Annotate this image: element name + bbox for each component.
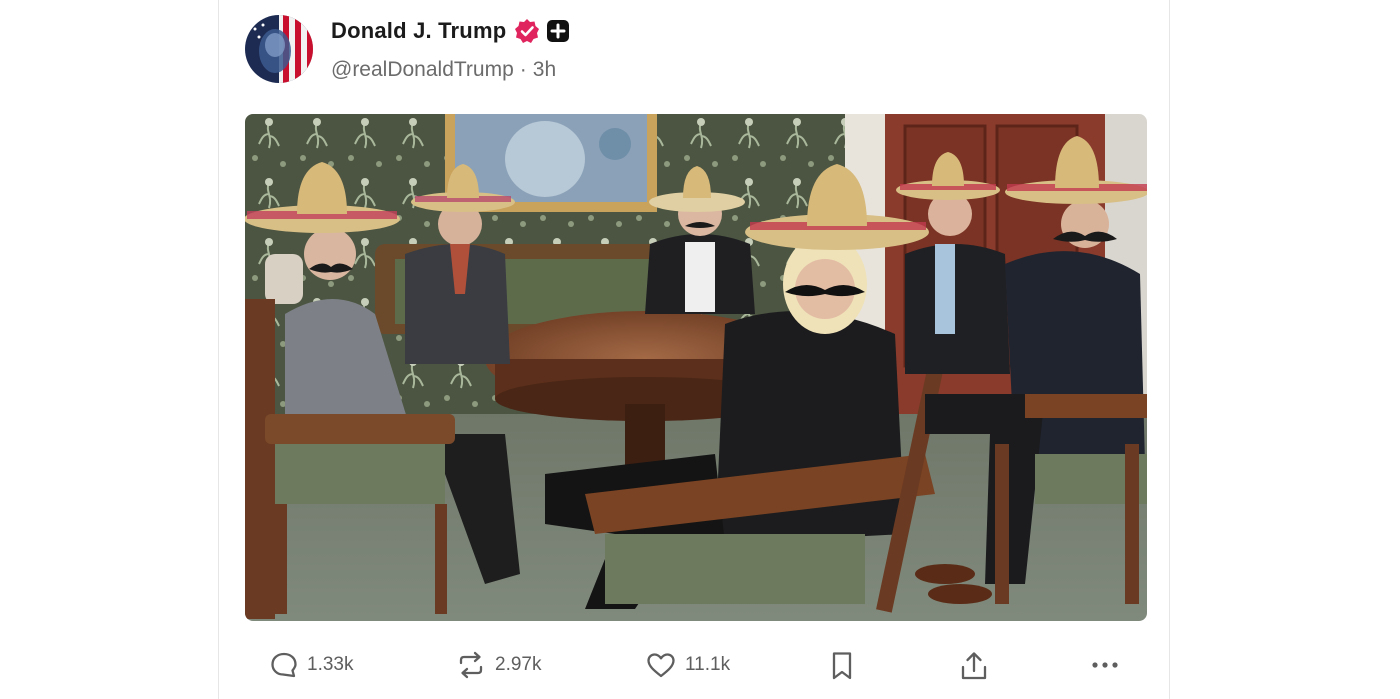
repost-button[interactable]: 2.97k	[455, 650, 541, 680]
more-options-button[interactable]	[1089, 650, 1121, 680]
avatar-flag-portrait	[245, 15, 313, 83]
reply-button[interactable]: 1.33k	[269, 650, 353, 680]
reply-count: 1.33k	[307, 654, 354, 675]
post-timestamp[interactable]: 3h	[533, 58, 556, 81]
repost-icon	[455, 650, 487, 680]
post-card: Donald J. Trump @realDonaldTrump · 3h 1.…	[218, 0, 1170, 699]
reply-icon	[269, 650, 299, 680]
heart-icon	[645, 650, 677, 680]
author-avatar[interactable]	[245, 15, 313, 83]
repost-count: 2.97k	[495, 654, 542, 675]
bookmark-icon	[829, 650, 855, 682]
author-display-name[interactable]: Donald J. Trump	[331, 18, 506, 44]
photo-meeting-room	[245, 114, 1147, 621]
post-actions-bar: 1.33k 2.97k 11.1k	[219, 650, 1171, 694]
post-image[interactable]	[245, 114, 1147, 621]
like-button[interactable]: 11.1k	[645, 650, 730, 680]
author-handle-row: @realDonaldTrump · 3h	[331, 58, 556, 82]
bookmark-button[interactable]	[829, 650, 855, 682]
plus-badge-icon	[546, 19, 570, 43]
separator-dot: ·	[519, 58, 527, 81]
like-count: 11.1k	[685, 654, 731, 675]
verified-badge-icon	[514, 18, 540, 44]
author-name-row: Donald J. Trump	[331, 18, 570, 44]
author-handle[interactable]: @realDonaldTrump	[331, 58, 514, 81]
share-button[interactable]	[959, 650, 989, 682]
more-dots-icon	[1089, 650, 1121, 680]
share-icon	[959, 650, 989, 682]
